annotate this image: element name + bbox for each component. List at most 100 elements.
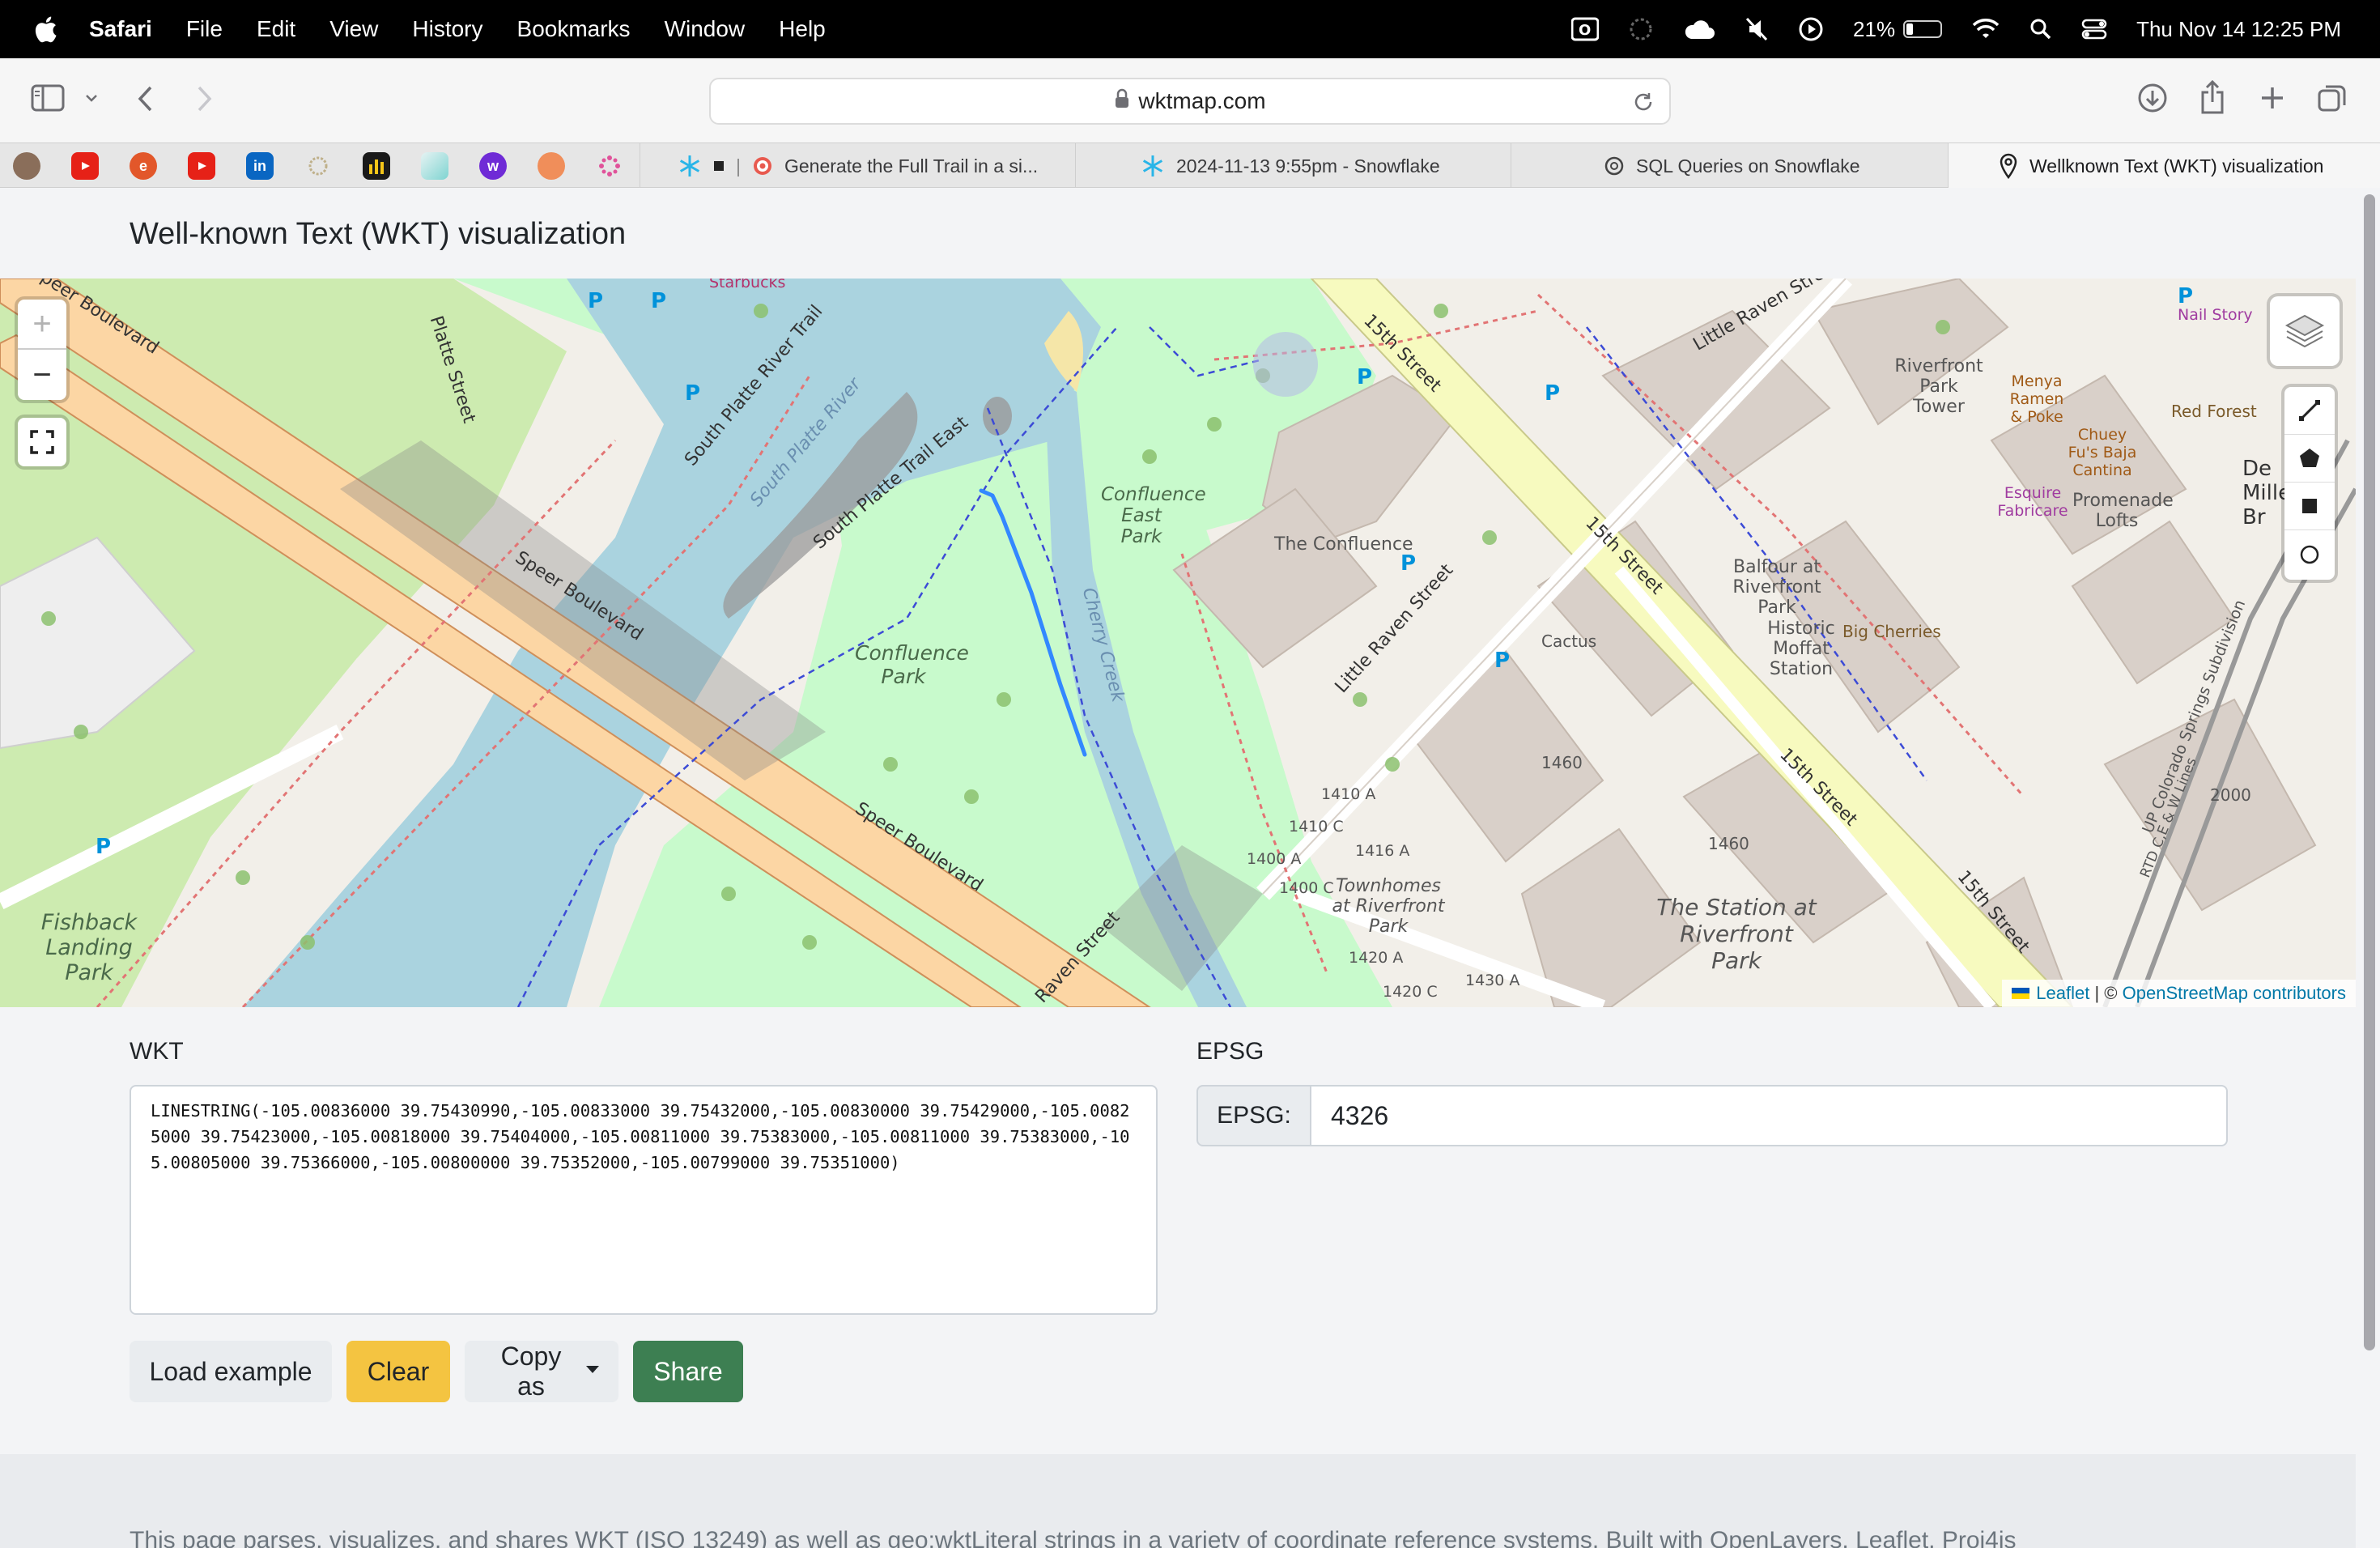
sidebar-toggle-icon[interactable] xyxy=(31,84,65,112)
w-icon[interactable]: w xyxy=(479,152,507,180)
sun-icon[interactable] xyxy=(304,152,332,180)
map-label: Cactus xyxy=(1541,632,1597,651)
spotlight-icon[interactable] xyxy=(2029,18,2052,40)
tab-generate-trail[interactable]: | Generate the Full Trail in a si... xyxy=(640,143,1075,189)
battery-indicator[interactable]: 21% xyxy=(1853,17,1943,42)
load-example-button[interactable]: Load example xyxy=(130,1341,332,1402)
circle-icon[interactable] xyxy=(538,152,565,180)
draw-polygon-button[interactable] xyxy=(2284,435,2335,483)
chevron-down-icon[interactable] xyxy=(84,92,99,104)
bar-chart-icon[interactable] xyxy=(363,152,390,180)
zoom-in-button[interactable]: + xyxy=(18,300,66,350)
svg-text:P: P xyxy=(1545,381,1560,406)
map-label: Balfour at Riverfront Park xyxy=(1732,557,1821,618)
reload-icon[interactable] xyxy=(1632,91,1655,119)
forward-icon[interactable] xyxy=(194,84,214,113)
menu-help[interactable]: Help xyxy=(779,16,826,42)
tab-snowflake-worksheet[interactable]: 2024-11-13 9:55pm - Snowflake xyxy=(1075,143,1511,189)
map-canvas[interactable]: PPP PPP PPP Speer Boulevard Platte Stree… xyxy=(0,279,2356,1007)
svg-text:P: P xyxy=(96,835,111,859)
fullscreen-button[interactable] xyxy=(18,418,66,466)
clock[interactable]: Thu Nov 14 12:25 PM xyxy=(2136,17,2341,42)
svg-text:P: P xyxy=(685,381,700,406)
tab-label: Generate the Full Trail in a si... xyxy=(784,155,1039,176)
apple-icon[interactable] xyxy=(29,15,62,43)
tab-wkt-visualization[interactable]: Wellknown Text (WKT) visualization xyxy=(1948,143,2380,189)
map-label: 1460 xyxy=(1541,753,1583,772)
map-label: Promenade Lofts xyxy=(2072,491,2174,531)
draw-rectangle-button[interactable] xyxy=(2284,483,2335,530)
map-label: Townhomes at Riverfront Park xyxy=(1332,876,1445,937)
map-label: The Station at Riverfront Park xyxy=(1656,894,1817,974)
map-label: Fishback Landing Park xyxy=(40,910,138,985)
draw-toolbar xyxy=(2284,387,2335,580)
footer-description: This page parses, visualizes, and shares… xyxy=(130,1527,2017,1548)
chatgpt-icon xyxy=(1604,155,1625,176)
e-icon[interactable]: e xyxy=(130,152,157,180)
map-label: Red Forest xyxy=(2171,402,2257,421)
map-label: Menya Ramen & Poke xyxy=(2009,372,2064,426)
leaflet-link[interactable]: Leaflet xyxy=(2036,983,2089,1004)
avatar-icon[interactable] xyxy=(13,152,40,180)
linkedin-icon[interactable]: in xyxy=(246,152,274,180)
tab-overview-icon[interactable] xyxy=(2317,83,2348,113)
menu-bookmarks[interactable]: Bookmarks xyxy=(517,16,631,42)
page-scrollbar[interactable] xyxy=(2364,194,2375,1350)
draw-polyline-button[interactable] xyxy=(2284,387,2335,435)
copy-as-dropdown[interactable]: Copy as xyxy=(465,1341,618,1402)
map-label: Nail Story xyxy=(2178,306,2253,324)
downloads-icon[interactable] xyxy=(2137,83,2168,113)
map-label: Big Cherries xyxy=(1842,622,1941,641)
map-label: Confluence East Park xyxy=(1101,484,1206,547)
epsg-input-group: EPSG: xyxy=(1196,1085,2228,1146)
snowflake-icon xyxy=(678,154,702,178)
layers-button[interactable] xyxy=(2270,296,2340,366)
caret-down-icon xyxy=(586,1365,599,1373)
share-icon[interactable] xyxy=(2199,79,2226,115)
youtube-icon[interactable] xyxy=(188,152,215,180)
menu-file[interactable]: File xyxy=(186,16,223,42)
web-page: Well-known Text (WKT) visualization P P … xyxy=(0,188,2380,1548)
map-label: 1410 C xyxy=(1289,818,1344,836)
youtube-icon[interactable] xyxy=(71,152,99,180)
dots-icon[interactable] xyxy=(596,152,623,180)
tab-label: Wellknown Text (WKT) visualization xyxy=(2029,155,2324,176)
wifi-icon[interactable] xyxy=(1971,18,2000,40)
menu-window[interactable]: Window xyxy=(665,16,746,42)
tab-sql-queries[interactable]: SQL Queries on Snowflake xyxy=(1511,143,1948,189)
map-label: 1420 A xyxy=(1349,949,1404,967)
back-icon[interactable] xyxy=(136,84,155,113)
control-center-icon[interactable] xyxy=(2081,18,2107,40)
map-label: Riverfront Park Tower xyxy=(1894,356,1983,417)
menu-edit[interactable]: Edit xyxy=(257,16,295,42)
browser-toolbar: wktmap.com xyxy=(0,58,2380,142)
map-label: 1410 A xyxy=(1321,785,1376,803)
gradient-icon[interactable] xyxy=(421,152,448,180)
tab-label: 2024-11-13 9:55pm - Snowflake xyxy=(1176,155,1440,176)
map-label: 1400 A xyxy=(1247,850,1302,868)
map-label: 1460 xyxy=(1708,834,1749,853)
zoom-out-button[interactable]: − xyxy=(18,350,66,400)
outlook-icon[interactable]: O xyxy=(1571,17,1600,41)
new-tab-icon[interactable] xyxy=(2259,84,2286,112)
menu-view[interactable]: View xyxy=(329,16,378,42)
menu-history[interactable]: History xyxy=(412,16,482,42)
wkt-label: WKT xyxy=(130,1038,184,1065)
map-tiles: P P P P P P P P P xyxy=(0,279,2356,1007)
osm-link[interactable]: OpenStreetMap contributors xyxy=(2123,983,2346,1004)
clear-button[interactable]: Clear xyxy=(346,1341,450,1402)
mute-icon[interactable] xyxy=(1745,16,1769,42)
scrollbar-thumb[interactable] xyxy=(2364,194,2375,1350)
focus-icon[interactable] xyxy=(1628,16,1654,42)
wkt-textarea[interactable]: LINESTRING(-105.00836000 39.75430990,-10… xyxy=(130,1085,1158,1315)
cloud-icon[interactable] xyxy=(1683,18,1715,40)
play-icon[interactable] xyxy=(1798,16,1824,42)
share-button[interactable]: Share xyxy=(633,1341,743,1402)
map-label: Chuey Fu's Baja Cantina xyxy=(2068,426,2137,479)
footer: This page parses, visualizes, and shares… xyxy=(0,1454,2356,1548)
epsg-input[interactable] xyxy=(1311,1085,2228,1146)
draw-circle-button[interactable] xyxy=(2284,530,2335,578)
address-bar[interactable]: wktmap.com xyxy=(709,78,1671,125)
battery-icon xyxy=(1903,20,1943,38)
menu-app-name[interactable]: Safari xyxy=(89,16,152,42)
